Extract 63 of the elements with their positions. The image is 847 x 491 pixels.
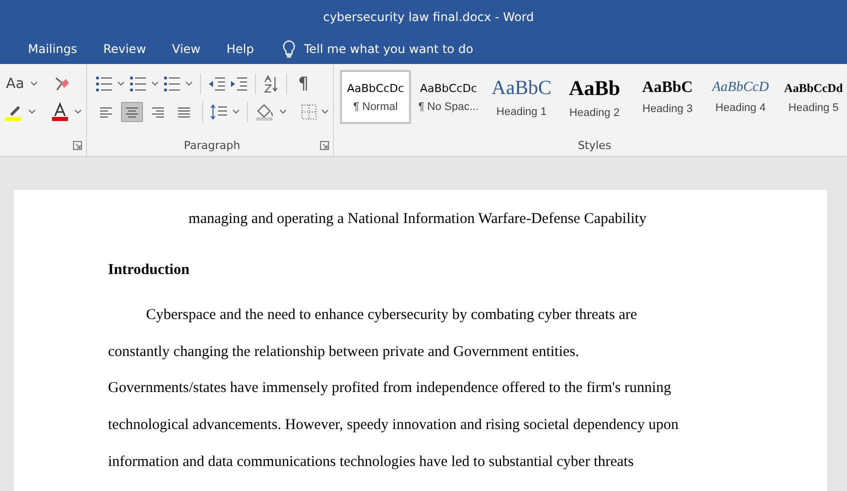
style-option[interactable]: AaBbC Heading 3: [632, 70, 703, 124]
align-icon: [124, 105, 140, 119]
style-preview: AaBbCcDc: [346, 82, 404, 94]
style-name: Heading 3: [642, 103, 693, 115]
style-option[interactable]: AaBbCcD Heading 4: [705, 70, 776, 124]
style-preview: AaBbCcDc: [420, 82, 478, 94]
ribbon-tab[interactable]: View: [162, 38, 210, 60]
chevron-icon[interactable]: [30, 81, 38, 87]
pilcrow-button[interactable]: ¶: [294, 74, 313, 94]
style-option[interactable]: AaBbCcDc ¶ Normal: [340, 70, 411, 124]
font-color-icon[interactable]: [50, 102, 70, 122]
change-case-button[interactable]: Aa: [4, 76, 26, 92]
lightbulb-icon: [282, 40, 296, 58]
align-icon: [98, 105, 114, 119]
style-option[interactable]: AaBbCcDd Heading 5: [778, 70, 847, 124]
style-name: Heading 2: [569, 106, 620, 118]
window-title: cybersecurity law final.docx - Word: [323, 10, 534, 24]
style-name: ¶ No Spac...: [418, 100, 479, 112]
ribbon-tab[interactable]: Review: [93, 38, 156, 60]
ribbon-tab[interactable]: Help: [216, 38, 264, 60]
style-name: Heading 5: [788, 102, 839, 114]
chevron-icon[interactable]: [74, 109, 82, 115]
style-option[interactable]: AaBbC Heading 1: [486, 70, 557, 124]
style-preview: AaBbCcD: [712, 80, 769, 96]
document-text-line: technological advancements. However, speedy innovation and rising societal dependency upon: [108, 416, 680, 436]
decrease-indent-icon[interactable]: [208, 77, 226, 91]
section-heading: Introduction: [108, 261, 190, 280]
style-preview: AaBb: [568, 76, 620, 100]
document-text-line: Governments/states have immensely profited from independence offered to the firm's running: [108, 379, 672, 398]
group-label: Styles: [578, 138, 612, 152]
group-label: Paragraph: [184, 138, 240, 152]
line-spacing-icon[interactable]: [210, 104, 228, 120]
chevron-icon[interactable]: [28, 109, 36, 115]
align-icon: [176, 105, 192, 119]
shading-icon[interactable]: [255, 103, 275, 121]
document-text-line: managing and operating a National Information Warfare-Defense Capability: [188, 210, 648, 229]
chevron-icon[interactable]: [279, 109, 287, 115]
chevron-icon[interactable]: [232, 109, 240, 115]
align-icon: [150, 105, 166, 119]
style-preview: AaBbCcDd: [784, 80, 843, 96]
document-text-line: information and data communications technologies have led to substantial cyber threats: [108, 452, 635, 472]
chevron-icon[interactable]: [117, 81, 125, 87]
style-preview: AaBbC: [492, 76, 552, 100]
style-preview: AaBbC: [642, 79, 693, 97]
bullets-icon[interactable]: [95, 76, 113, 92]
tell-me-field[interactable]: Tell me what you want to do: [282, 40, 506, 58]
style-name: ¶ Normal: [353, 100, 398, 112]
dialog-launcher-icon[interactable]: [73, 140, 82, 150]
increase-indent-icon[interactable]: [230, 77, 248, 91]
chevron-icon[interactable]: [151, 81, 159, 87]
document-text-line: Cyberspace and the need to enhance cybersecurity by combating cyber threats are: [145, 306, 638, 325]
style-option[interactable]: AaBb Heading 2: [559, 70, 630, 124]
document-text-line: constantly changing the relationship between private and Government entities.: [108, 342, 580, 362]
ribbon-tab[interactable]: Mailings: [18, 38, 88, 60]
align-button[interactable]: [121, 102, 143, 122]
sort-icon[interactable]: [263, 75, 279, 93]
chevron-icon[interactable]: [321, 109, 329, 115]
chevron-icon[interactable]: [185, 81, 193, 87]
dialog-launcher-icon[interactable]: [320, 140, 329, 150]
style-name: Heading 4: [715, 102, 766, 114]
style-name: Heading 1: [496, 106, 547, 118]
borders-icon[interactable]: [301, 104, 317, 120]
style-option[interactable]: AaBbCcDc ¶ No Spac...: [413, 70, 484, 124]
